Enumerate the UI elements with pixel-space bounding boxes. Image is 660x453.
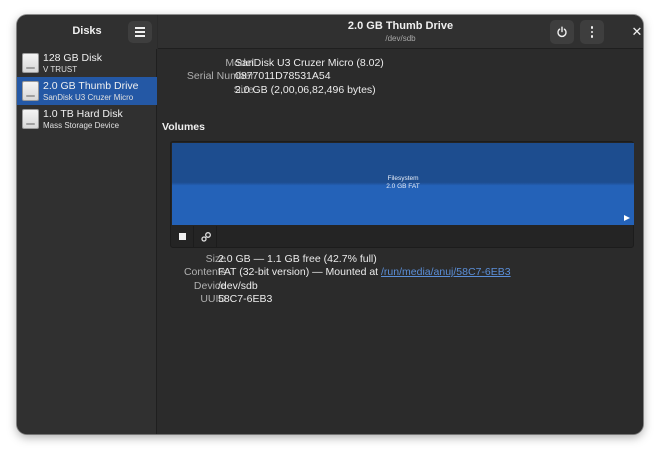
device-label: Device bbox=[193, 279, 226, 292]
header-bar: 2.0 GB Thumb Drive /dev/sdb ✕ bbox=[158, 15, 643, 49]
main-menu-button[interactable] bbox=[128, 21, 152, 43]
contents-value: FAT (32-bit version) — Mounted at /run/m… bbox=[218, 266, 511, 278]
hamburger-menu-icon-bar bbox=[135, 31, 145, 33]
drive-icon bbox=[22, 81, 39, 101]
hamburger-menu-icon-bar bbox=[135, 35, 145, 37]
model-value: SanDisk U3 Cruzer Micro (8.02) bbox=[235, 57, 384, 69]
volume-size-label: Size bbox=[205, 253, 226, 265]
drive-icon bbox=[22, 53, 39, 73]
mounted-indicator-icon bbox=[624, 215, 630, 221]
close-icon: ✕ bbox=[631, 24, 643, 39]
drive-options-button[interactable] bbox=[580, 20, 604, 44]
contents-label: Contents bbox=[183, 266, 226, 279]
disk-subtitle: SanDisk U3 Cruzer Micro bbox=[43, 93, 134, 102]
unmount-button[interactable] bbox=[172, 226, 194, 247]
power-off-button[interactable] bbox=[550, 20, 574, 44]
kebab-menu-icon bbox=[590, 26, 594, 38]
disk-item-hard-disk[interactable]: 1.0 TB Hard Disk Mass Storage Device bbox=[17, 105, 157, 133]
serial-value: 0877011D78531A54 bbox=[235, 70, 331, 83]
partition-label: Filesystem 2.0 GB FAT bbox=[172, 175, 634, 191]
disk-name: 1.0 TB Hard Disk bbox=[43, 108, 123, 120]
contents-text: FAT (32-bit version) — Mounted at bbox=[218, 266, 382, 279]
disk-item-128gb[interactable]: 128 GB Disk V TRUST bbox=[17, 49, 157, 77]
volume-size-value: 2.0 GB — 1.1 GB free (42.7% full) bbox=[218, 253, 377, 265]
drive-icon bbox=[22, 109, 39, 129]
disk-name: 2.0 GB Thumb Drive bbox=[43, 80, 139, 92]
disk-subtitle: V TRUST bbox=[43, 65, 78, 74]
volumes-heading: Volumes bbox=[162, 121, 205, 133]
stop-icon bbox=[179, 233, 186, 240]
disk-item-thumb-drive[interactable]: 2.0 GB Thumb Drive SanDisk U3 Cruzer Mic… bbox=[17, 77, 157, 105]
disk-name: 128 GB Disk bbox=[43, 52, 102, 64]
close-button[interactable]: ✕ bbox=[628, 23, 643, 41]
sidebar: Disks 128 GB Disk V TRUST 2.0 GB Thumb D… bbox=[17, 15, 157, 434]
drive-details: Model SanDisk U3 Cruzer Micro (8.02) Ser… bbox=[158, 50, 643, 434]
disk-list: 128 GB Disk V TRUST 2.0 GB Thumb Drive S… bbox=[17, 49, 157, 133]
mount-point-link[interactable]: /run/media/anuj/58C7-6EB3 bbox=[381, 266, 511, 278]
size-value: 2.0 GB (2,00,06,82,496 bytes) bbox=[235, 83, 376, 96]
gears-icon bbox=[200, 231, 211, 242]
volume-map: Filesystem 2.0 GB FAT bbox=[170, 141, 634, 248]
partition-options-button[interactable] bbox=[195, 226, 217, 247]
disk-subtitle: Mass Storage Device bbox=[43, 121, 120, 130]
hamburger-menu-icon bbox=[135, 27, 145, 29]
partition-type: Filesystem bbox=[387, 175, 419, 182]
uuid-label: UUID bbox=[200, 292, 226, 305]
partition-block[interactable]: Filesystem 2.0 GB FAT bbox=[172, 143, 634, 225]
disks-window: Disks 128 GB Disk V TRUST 2.0 GB Thumb D… bbox=[17, 15, 643, 434]
device-value: /dev/sdb bbox=[218, 279, 258, 292]
sidebar-header: Disks bbox=[17, 15, 157, 49]
power-icon bbox=[557, 26, 567, 38]
partition-size: 2.0 GB FAT bbox=[386, 183, 420, 190]
uuid-value: 58C7-6EB3 bbox=[218, 292, 273, 305]
